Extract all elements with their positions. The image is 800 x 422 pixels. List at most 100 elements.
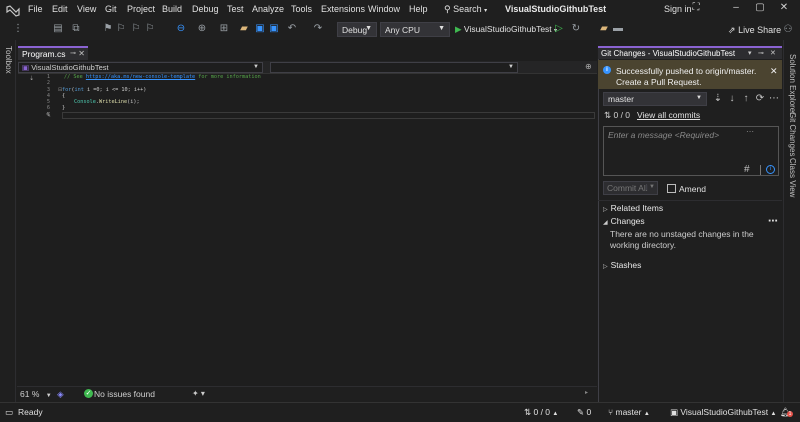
create-pull-request-link[interactable]: Create a Pull Request. bbox=[616, 77, 702, 87]
ready-icon: ▭ bbox=[5, 407, 14, 417]
toolbar-overflow-icon[interactable]: ▬ bbox=[612, 23, 624, 35]
new-item-icon[interactable]: ⊞ bbox=[218, 23, 230, 35]
platform-dropdown[interactable]: Any CPU ▼ bbox=[380, 22, 450, 37]
document-tab-program-cs[interactable]: Program.cs ⊸ ✕ bbox=[18, 46, 88, 60]
start-without-debugging-icon[interactable]: ▷ bbox=[553, 23, 565, 35]
menu-build[interactable]: Build bbox=[162, 4, 182, 14]
related-items-section[interactable]: ▷ Related Items bbox=[603, 203, 663, 213]
right-tool-rail: Solution Explorer Git Changes Class View bbox=[783, 40, 800, 402]
start-debugging-button[interactable]: ▶ VisualStudioGithubTest ▾ bbox=[455, 24, 557, 35]
menu-debug[interactable]: Debug bbox=[192, 4, 219, 14]
divider bbox=[598, 200, 782, 201]
sync-status[interactable]: ⇅ 0 / 0 ▲ bbox=[524, 407, 558, 418]
menu-edit[interactable]: Edit bbox=[52, 4, 68, 14]
solution-explorer-icon[interactable]: ▰ bbox=[598, 23, 610, 35]
pull-icon[interactable]: ↓ bbox=[726, 93, 738, 105]
scroll-right-icon[interactable]: ▸ bbox=[585, 389, 588, 396]
amend-label: Amend bbox=[679, 184, 706, 194]
code-cleanup-icon[interactable]: ✦ ▾ bbox=[192, 389, 205, 398]
menu-test[interactable]: Test bbox=[227, 4, 244, 14]
redo-icon[interactable]: ↷ bbox=[312, 23, 324, 35]
zoom-dropdown[interactable]: 61 % ▼ ◈ bbox=[20, 389, 64, 400]
code-text: (i); bbox=[127, 99, 140, 106]
issues-indicator[interactable]: No issues found bbox=[94, 389, 155, 399]
commits-count: 0 / 0 bbox=[613, 110, 631, 120]
solution-explorer-tab[interactable]: Solution Explorer bbox=[788, 54, 797, 115]
hash-icon[interactable]: # bbox=[744, 164, 750, 175]
notification-count: 1 bbox=[787, 411, 793, 417]
branch-dropdown[interactable]: master ▼ bbox=[603, 92, 707, 106]
admin-icon[interactable]: ⚇ bbox=[782, 24, 794, 36]
solution-config-dropdown[interactable]: Debug ▼ bbox=[337, 22, 377, 37]
bookmark-clear-icon[interactable]: ⚐ bbox=[144, 23, 156, 35]
more-actions-icon[interactable]: ⋯ bbox=[768, 93, 780, 105]
close-icon[interactable]: ✕ bbox=[770, 48, 776, 59]
maximize-button[interactable]: ▢ bbox=[752, 2, 768, 16]
live-share-button[interactable]: ⇗ Live Share bbox=[728, 25, 781, 36]
commit-message-box[interactable]: ⋯ # i bbox=[603, 126, 779, 176]
dismiss-banner-icon[interactable]: ✕ bbox=[770, 66, 778, 77]
save-file-icon[interactable]: ▣ bbox=[254, 23, 266, 35]
save-all-icon[interactable]: ▣ bbox=[268, 23, 280, 35]
class-view-tab[interactable]: Class View bbox=[788, 158, 797, 197]
branch-status[interactable]: ⑂ master ▲ bbox=[608, 407, 650, 417]
hot-reload-icon[interactable]: ↻ bbox=[570, 23, 582, 35]
menu-view[interactable]: View bbox=[77, 4, 96, 14]
quick-actions-icon[interactable]: ⇣ bbox=[29, 75, 34, 82]
feedback-icon[interactable]: ⛶ bbox=[688, 2, 704, 16]
undo-icon[interactable]: ↶ bbox=[286, 23, 298, 35]
navigate-forward-icon[interactable]: ⊕ bbox=[196, 23, 208, 35]
menu-analyze[interactable]: Analyze bbox=[252, 4, 284, 14]
message-options-icon[interactable]: ⋯ bbox=[746, 127, 754, 136]
close-icon[interactable]: ✕ bbox=[78, 48, 85, 60]
commit-all-button[interactable]: Commit All ▼ bbox=[603, 181, 658, 195]
toolbox-tab[interactable]: Toolbox bbox=[4, 46, 13, 74]
git-changes-tab[interactable]: Git Changes bbox=[788, 112, 797, 156]
menu-git[interactable]: Git bbox=[105, 4, 117, 14]
copy-icon[interactable]: ⧉ bbox=[70, 23, 82, 35]
code-text: } bbox=[62, 105, 66, 112]
bookmark-prev-icon[interactable]: ⚐ bbox=[115, 23, 127, 35]
navigate-back-icon[interactable]: ⊖ bbox=[175, 23, 187, 35]
commit-message-input[interactable] bbox=[608, 130, 738, 140]
menu-file[interactable]: File bbox=[28, 4, 43, 14]
auto-hide-pin-icon[interactable]: ⊸ bbox=[758, 48, 764, 59]
search-box[interactable]: ⚲ Search ▾ bbox=[444, 4, 487, 15]
split-editor-icon[interactable]: ⊕ bbox=[585, 62, 592, 71]
zoom-value: 61 % bbox=[20, 389, 40, 399]
fetch-icon[interactable]: ⇣ bbox=[712, 93, 724, 105]
bookmark-icon[interactable]: ⚑ bbox=[102, 23, 114, 35]
menu-project[interactable]: Project bbox=[127, 4, 155, 14]
amend-checkbox[interactable] bbox=[667, 184, 676, 193]
changes-section[interactable]: ◢ Changes bbox=[603, 216, 645, 226]
code-keyword: int bbox=[74, 86, 84, 93]
chevron-down-icon[interactable]: ▼ bbox=[646, 184, 655, 190]
repository-status[interactable]: ▣ VisualStudioGithubTest ▲ bbox=[670, 407, 776, 418]
copilot-icon[interactable]: ◈ bbox=[57, 389, 64, 399]
check-icon: ✓ bbox=[84, 389, 93, 398]
sync-icon[interactable]: ⟳ bbox=[754, 93, 766, 105]
changes-more-icon[interactable]: ⋯ bbox=[768, 216, 778, 227]
menu-window[interactable]: Window bbox=[368, 4, 400, 14]
push-icon[interactable]: ↑ bbox=[740, 93, 752, 105]
stashes-section[interactable]: ▷ Stashes bbox=[603, 260, 641, 270]
project-scope-dropdown[interactable]: ▣ VisualStudioGithubTest ▼ bbox=[18, 62, 263, 73]
code-method: WriteLine bbox=[99, 99, 128, 106]
window-position-icon[interactable]: ▾ bbox=[748, 48, 752, 59]
save-icon[interactable]: ▤ bbox=[52, 23, 64, 35]
minimize-button[interactable]: – bbox=[728, 2, 744, 16]
pending-edits-status[interactable]: ✎ 0 bbox=[577, 407, 591, 418]
menu-help[interactable]: Help bbox=[409, 4, 428, 14]
open-folder-icon[interactable]: ▰ bbox=[238, 23, 250, 35]
code-link[interactable]: https://aka.ms/new-console-template bbox=[86, 74, 195, 80]
menu-tools[interactable]: Tools bbox=[291, 4, 312, 14]
pin-icon[interactable]: ⊸ bbox=[70, 48, 76, 60]
bookmark-next-icon[interactable]: ⚐ bbox=[130, 23, 142, 35]
menu-extensions[interactable]: Extensions bbox=[321, 4, 365, 14]
type-scope-dropdown[interactable]: ▼ bbox=[270, 62, 518, 73]
close-button[interactable]: ✕ bbox=[776, 2, 792, 16]
related-items-label: Related Items bbox=[610, 203, 664, 213]
view-all-commits-link[interactable]: View all commits bbox=[637, 110, 700, 120]
notifications-button[interactable]: 🔔︎ 1 bbox=[780, 407, 793, 418]
copilot-message-icon[interactable]: i bbox=[766, 165, 775, 174]
